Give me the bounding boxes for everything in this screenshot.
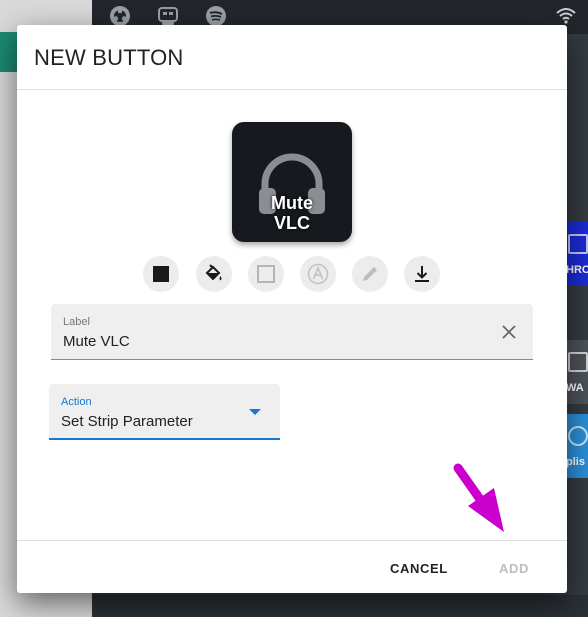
annotation-arrow-icon	[453, 463, 504, 532]
button-preview[interactable]: Mute VLC	[232, 122, 352, 242]
background-color-icon	[153, 266, 169, 282]
action-selected-value: Set Strip Parameter	[61, 413, 193, 430]
text-style-button[interactable]	[300, 256, 336, 292]
border-button[interactable]	[248, 256, 284, 292]
dialog-footer: CANCEL ADD	[17, 540, 567, 593]
chevron-down-icon[interactable]	[249, 409, 261, 415]
pen-button[interactable]	[352, 256, 388, 292]
background-color-button[interactable]	[143, 256, 179, 292]
label-field[interactable]: Label Mute VLC	[51, 304, 533, 360]
action-select[interactable]: Action Set Strip Parameter	[49, 384, 280, 440]
fill-bucket-icon	[205, 264, 222, 281]
action-field-label: Action	[61, 396, 92, 408]
clear-icon[interactable]	[501, 324, 517, 340]
dialog-title: NEW BUTTON	[34, 45, 184, 70]
download-button[interactable]	[404, 256, 440, 292]
background-tile-plis[interactable]: plis	[566, 414, 588, 478]
border-icon	[257, 265, 275, 283]
dialog-header: NEW BUTTON	[17, 25, 567, 90]
cancel-button[interactable]: CANCEL	[390, 561, 448, 576]
background-tile-wa[interactable]: WA	[566, 340, 588, 404]
fill-color-button[interactable]	[196, 256, 232, 292]
label-field-label: Label	[63, 316, 90, 328]
download-icon	[415, 266, 429, 282]
label-input[interactable]: Mute VLC	[63, 333, 130, 350]
text-style-icon	[307, 263, 329, 285]
add-button[interactable]: ADD	[499, 561, 529, 576]
background-tile-hro[interactable]: HRO	[566, 222, 588, 286]
pen-icon	[363, 267, 377, 281]
background-bottom	[0, 595, 588, 617]
preview-label: Mute VLC	[271, 193, 313, 233]
